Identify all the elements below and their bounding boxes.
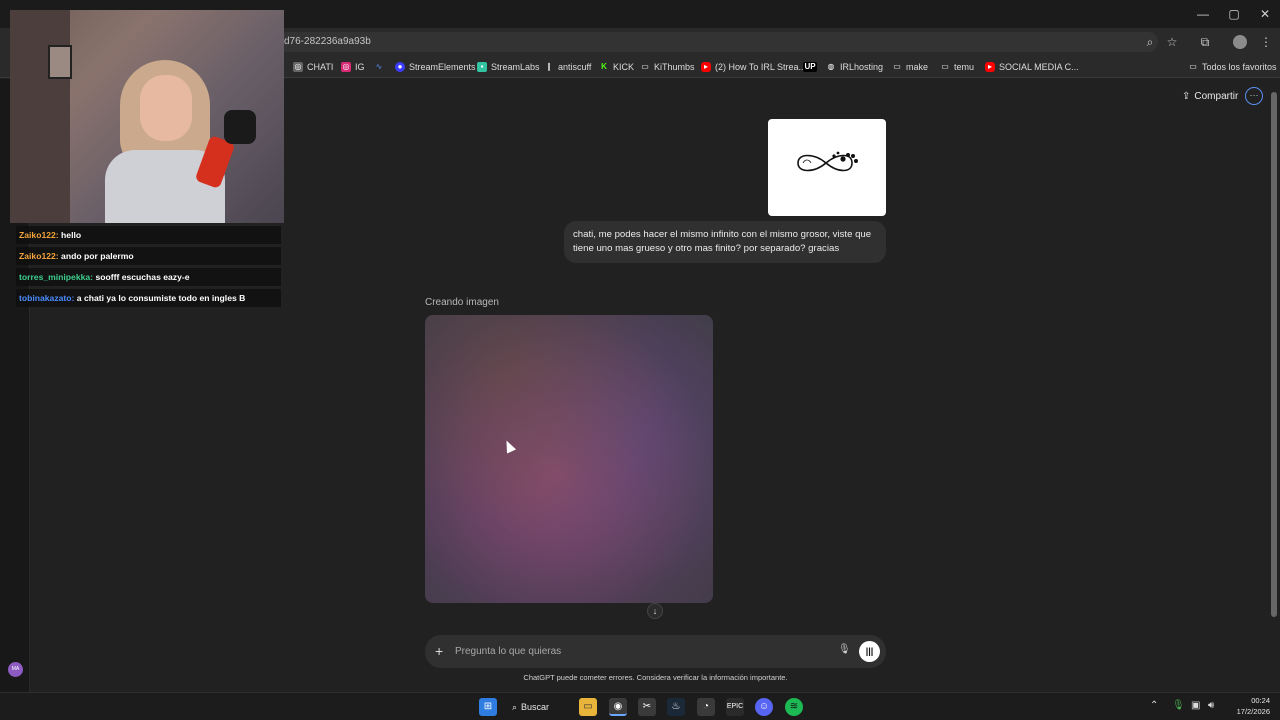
voice-mode-button[interactable]: ||| (859, 641, 880, 662)
bookmark-up[interactable]: UP (803, 59, 817, 75)
chat-message: Zaiko122: hello (16, 226, 281, 244)
bookmark-streamlabs[interactable]: ▪ StreamLabs (477, 59, 540, 75)
webcam-person-face (140, 75, 192, 141)
infinity-paw-drawing (797, 151, 858, 172)
chat-message: torres_minipekka: soofff escuchas eazy-e (16, 268, 281, 286)
bookmark-chart[interactable]: ∿ (374, 59, 384, 75)
kithumbs-icon: ▭ (641, 62, 649, 71)
webcam-mic-head (224, 110, 256, 144)
spotify-icon[interactable]: ≋ (785, 698, 803, 716)
bookmark-kithumbs[interactable]: ▭ KiThumbs (640, 59, 694, 75)
instagram-icon: ◎ (341, 62, 351, 72)
volume-icon[interactable]: 🔊︎ (1208, 700, 1214, 711)
search-icon: ⌕ (512, 701, 518, 712)
bookmark-all-favorites[interactable]: ▭ Todos los favoritos (1188, 59, 1276, 75)
chat-message: Zaiko122: ando por palermo (16, 247, 281, 265)
chrome-icon[interactable]: ◉ (609, 698, 627, 716)
user-message-bubble: chati, me podes hacer el mismo infinito … (564, 221, 886, 263)
bookmark-irlhosting[interactable]: ◍ IRLhosting (826, 59, 884, 75)
bookmark-chati[interactable]: ◎ CHATI (293, 59, 333, 75)
folder-icon: ▭ (1189, 62, 1197, 71)
taskbar-search-button[interactable]: ⌕ Buscar (512, 698, 549, 716)
share-icon: ⇪ (1182, 90, 1191, 102)
bookmark-youtube-irl[interactable]: ▸ (2) How To IRL Strea... (701, 59, 806, 75)
stream-chat-overlay: Zaiko122: hello Zaiko122: ando por paler… (16, 226, 281, 310)
obs-icon[interactable]: ◔ (697, 698, 715, 716)
windows-taskbar: ⊞ ⌕ Buscar ▭ ◉ ✂ ♨ ◔ EPIC ☺ ≋ ⌃ 🎙︎ ▣ 🔊︎ … (0, 692, 1280, 720)
share-button[interactable]: ⇪ Compartir (1182, 89, 1238, 103)
bookmark-kick[interactable]: K KICK (599, 59, 634, 75)
user-avatar[interactable]: MA (8, 662, 23, 677)
message-composer: + 🎙︎ ||| (425, 635, 886, 668)
epic-games-icon[interactable]: EPIC (726, 698, 744, 716)
discord-icon[interactable]: ☺ (755, 698, 773, 716)
file-explorer-icon[interactable]: ▭ (579, 698, 597, 716)
antiscuff-icon: ∥ (547, 62, 551, 71)
webcam-wall-shadow (10, 10, 70, 223)
kick-icon: K (601, 62, 607, 71)
uploaded-image[interactable] (768, 119, 886, 216)
generating-image-placeholder (425, 315, 713, 603)
chatgpt-icon: ◎ (293, 62, 303, 72)
streamlabs-icon: ▪ (477, 62, 487, 72)
chart-icon: ∿ (375, 62, 383, 71)
image-status-label: Creando imagen (425, 297, 499, 308)
bookmark-star-icon[interactable]: ☆ (1164, 34, 1180, 50)
scrollbar[interactable] (1271, 92, 1277, 617)
tray-mic-icon[interactable]: 🎙︎ (1172, 700, 1185, 711)
bookmark-streamelements[interactable]: ● StreamElements (395, 59, 476, 75)
extensions-icon[interactable]: ⧉ (1197, 34, 1213, 50)
system-clock[interactable]: 00:24 17/2/2026 (1226, 695, 1270, 717)
minimize-button[interactable]: — (1193, 5, 1213, 23)
bookmark-social-media[interactable]: ▸ SOCIAL MEDIA C... (985, 59, 1079, 75)
bookmark-ig[interactable]: ◎ IG (341, 59, 365, 75)
more-options-button[interactable]: ··· (1245, 87, 1263, 105)
youtube-icon: ▸ (701, 62, 711, 72)
url-field[interactable]: d76-282236a9a93b (278, 32, 1158, 52)
capcut-icon[interactable]: ✂ (638, 698, 656, 716)
globe-icon: ◍ (827, 62, 835, 71)
folder-icon: ▭ (941, 62, 949, 71)
bookmark-temu[interactable]: ▭ temu (940, 59, 974, 75)
maximize-button[interactable]: ▢ (1224, 5, 1244, 23)
webcam-overlay (10, 10, 284, 223)
zoom-icon[interactable]: ⌕ (1142, 34, 1158, 50)
network-icon[interactable]: ▣ (1191, 700, 1200, 711)
up-icon: UP (803, 62, 817, 72)
youtube-icon: ▸ (985, 62, 995, 72)
disclaimer-text: ChatGPT puede cometer errores. Considera… (523, 673, 788, 682)
streamelements-icon: ● (395, 62, 405, 72)
scroll-down-button[interactable]: ↓ (647, 603, 663, 619)
bookmark-make[interactable]: ▭ make (892, 59, 928, 75)
attach-plus-icon[interactable]: + (435, 643, 443, 659)
microphone-icon[interactable]: 🎙︎ (838, 644, 851, 655)
prompt-input[interactable] (455, 643, 825, 659)
tray-overflow-icon[interactable]: ⌃ (1150, 700, 1158, 711)
profile-avatar[interactable] (1233, 35, 1247, 49)
browser-menu-icon[interactable]: ⋮ (1258, 34, 1274, 50)
chat-message: tobinakazato: a chati ya lo consumiste t… (16, 289, 281, 307)
close-window-button[interactable]: ✕ (1255, 5, 1275, 23)
folder-icon: ▭ (893, 62, 901, 71)
steam-icon[interactable]: ♨ (667, 698, 685, 716)
webcam-picture-frame (48, 45, 72, 79)
bookmark-antiscuff[interactable]: ∥ antiscuff (544, 59, 591, 75)
windows-start-icon[interactable]: ⊞ (479, 698, 497, 716)
